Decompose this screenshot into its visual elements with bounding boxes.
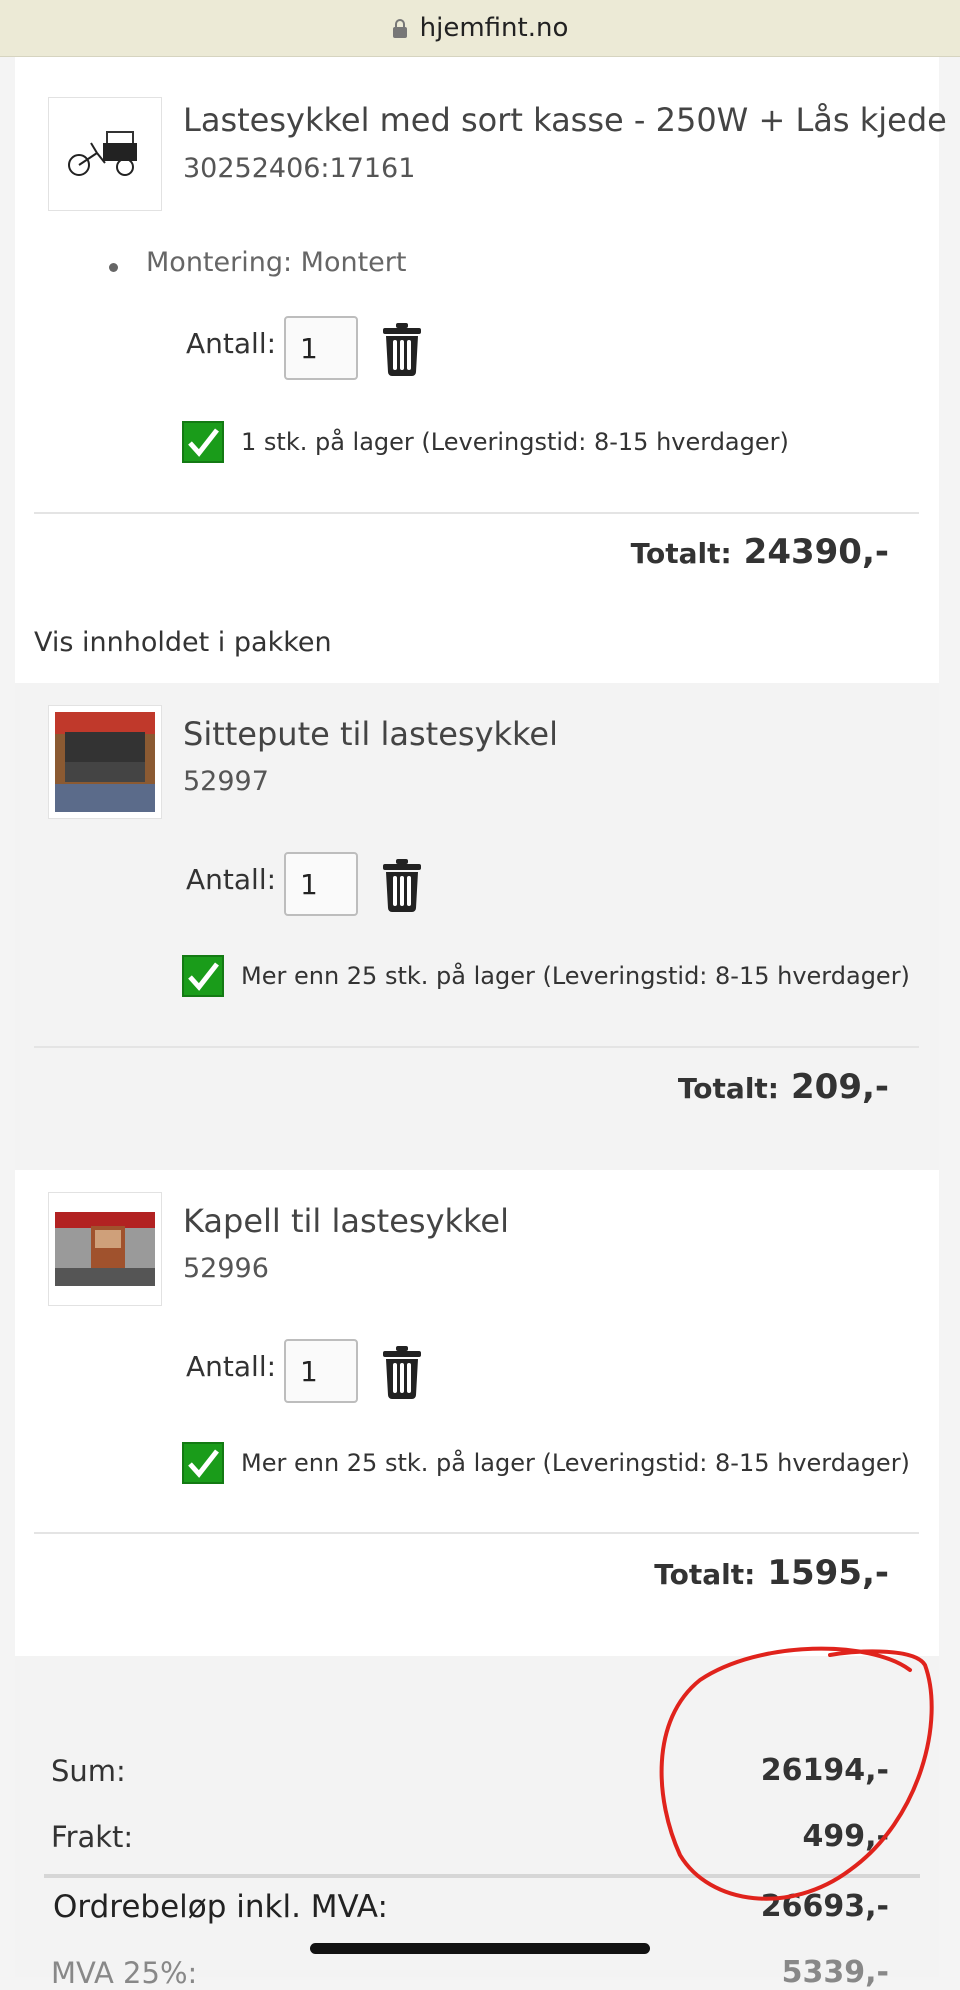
cart-item: Sittepute til lastesykkel 52997 Antall: … — [15, 683, 939, 1170]
stock-status: 1 stk. på lager (Leveringstid: 8-15 hver… — [241, 428, 789, 456]
product-option: Montering: Montert — [146, 247, 407, 278]
total-label: Totalt: — [630, 537, 732, 570]
quantity-label: Antall: — [186, 1350, 277, 1383]
item-total: Totalt: 209,- — [678, 1067, 889, 1107]
item-total: Totalt: 24390,- — [631, 532, 889, 572]
trash-icon[interactable] — [382, 322, 422, 376]
lock-icon — [392, 19, 407, 38]
quantity-label: Antall: — [186, 327, 277, 360]
vat-label: MVA 25%: — [51, 1956, 198, 1990]
trash-icon[interactable] — [382, 1345, 422, 1399]
home-indicator — [310, 1943, 650, 1954]
sum-value: 26194,- — [760, 1753, 889, 1788]
url-text: hjemfint.no — [419, 13, 569, 43]
seat-cushion-image — [55, 712, 155, 812]
product-thumbnail[interactable] — [48, 705, 162, 819]
canopy-image — [55, 1212, 155, 1286]
divider — [34, 512, 919, 514]
product-thumbnail[interactable] — [48, 97, 162, 211]
total-value: 24390,- — [743, 532, 889, 572]
quantity-input[interactable]: 1 — [284, 1339, 358, 1403]
order-total-value: 26693,- — [760, 1889, 889, 1924]
product-thumbnail[interactable] — [48, 1192, 162, 1306]
product-name[interactable]: Lastesykkel med sort kasse - 250W + Lås … — [183, 101, 947, 139]
show-package-contents-link[interactable]: Vis innholdet i pakken — [34, 627, 332, 658]
total-value: 1595,- — [767, 1553, 889, 1593]
summary-divider — [44, 1874, 920, 1878]
product-sku: 52996 — [183, 1253, 269, 1284]
shipping-label: Frakt: — [51, 1820, 134, 1854]
cart-item: Kapell til lastesykkel 52996 Antall: 1 M… — [15, 1170, 939, 1656]
product-sku: 52997 — [183, 766, 269, 797]
item-total: Totalt: 1595,- — [654, 1553, 889, 1593]
check-icon — [182, 421, 224, 463]
total-label: Totalt: — [654, 1558, 756, 1591]
option-bullet — [109, 263, 118, 272]
browser-url-bar[interactable]: hjemfint.no — [0, 0, 960, 57]
sum-label: Sum: — [51, 1754, 126, 1788]
quantity-input[interactable]: 1 — [284, 316, 358, 380]
divider — [34, 1532, 919, 1534]
quantity-input[interactable]: 1 — [284, 852, 358, 916]
stock-status: Mer enn 25 stk. på lager (Leveringstid: … — [241, 962, 910, 990]
product-name[interactable]: Kapell til lastesykkel — [183, 1202, 509, 1240]
stock-status: Mer enn 25 stk. på lager (Leveringstid: … — [241, 1449, 910, 1477]
vat-value: 5339,- — [781, 1955, 889, 1990]
shipping-value: 499,- — [802, 1819, 889, 1854]
product-name[interactable]: Sittepute til lastesykkel — [183, 715, 558, 753]
total-value: 209,- — [791, 1067, 889, 1107]
cart-page: Lastesykkel med sort kasse - 250W + Lås … — [15, 57, 947, 1990]
quantity-label: Antall: — [186, 863, 277, 896]
cargo-bike-image — [68, 131, 137, 176]
trash-icon[interactable] — [382, 858, 422, 912]
check-icon — [182, 1442, 224, 1484]
order-total-label: Ordrebeløp inkl. MVA: — [53, 1889, 388, 1925]
product-sku: 30252406:17161 — [183, 153, 416, 184]
total-label: Totalt: — [677, 1072, 779, 1105]
check-icon — [182, 955, 224, 997]
order-summary: Sum: 26194,- Frakt: 499,- Ordrebeløp ink… — [15, 1656, 939, 1990]
cart-item: Lastesykkel med sort kasse - 250W + Lås … — [15, 57, 947, 683]
divider — [34, 1046, 919, 1048]
